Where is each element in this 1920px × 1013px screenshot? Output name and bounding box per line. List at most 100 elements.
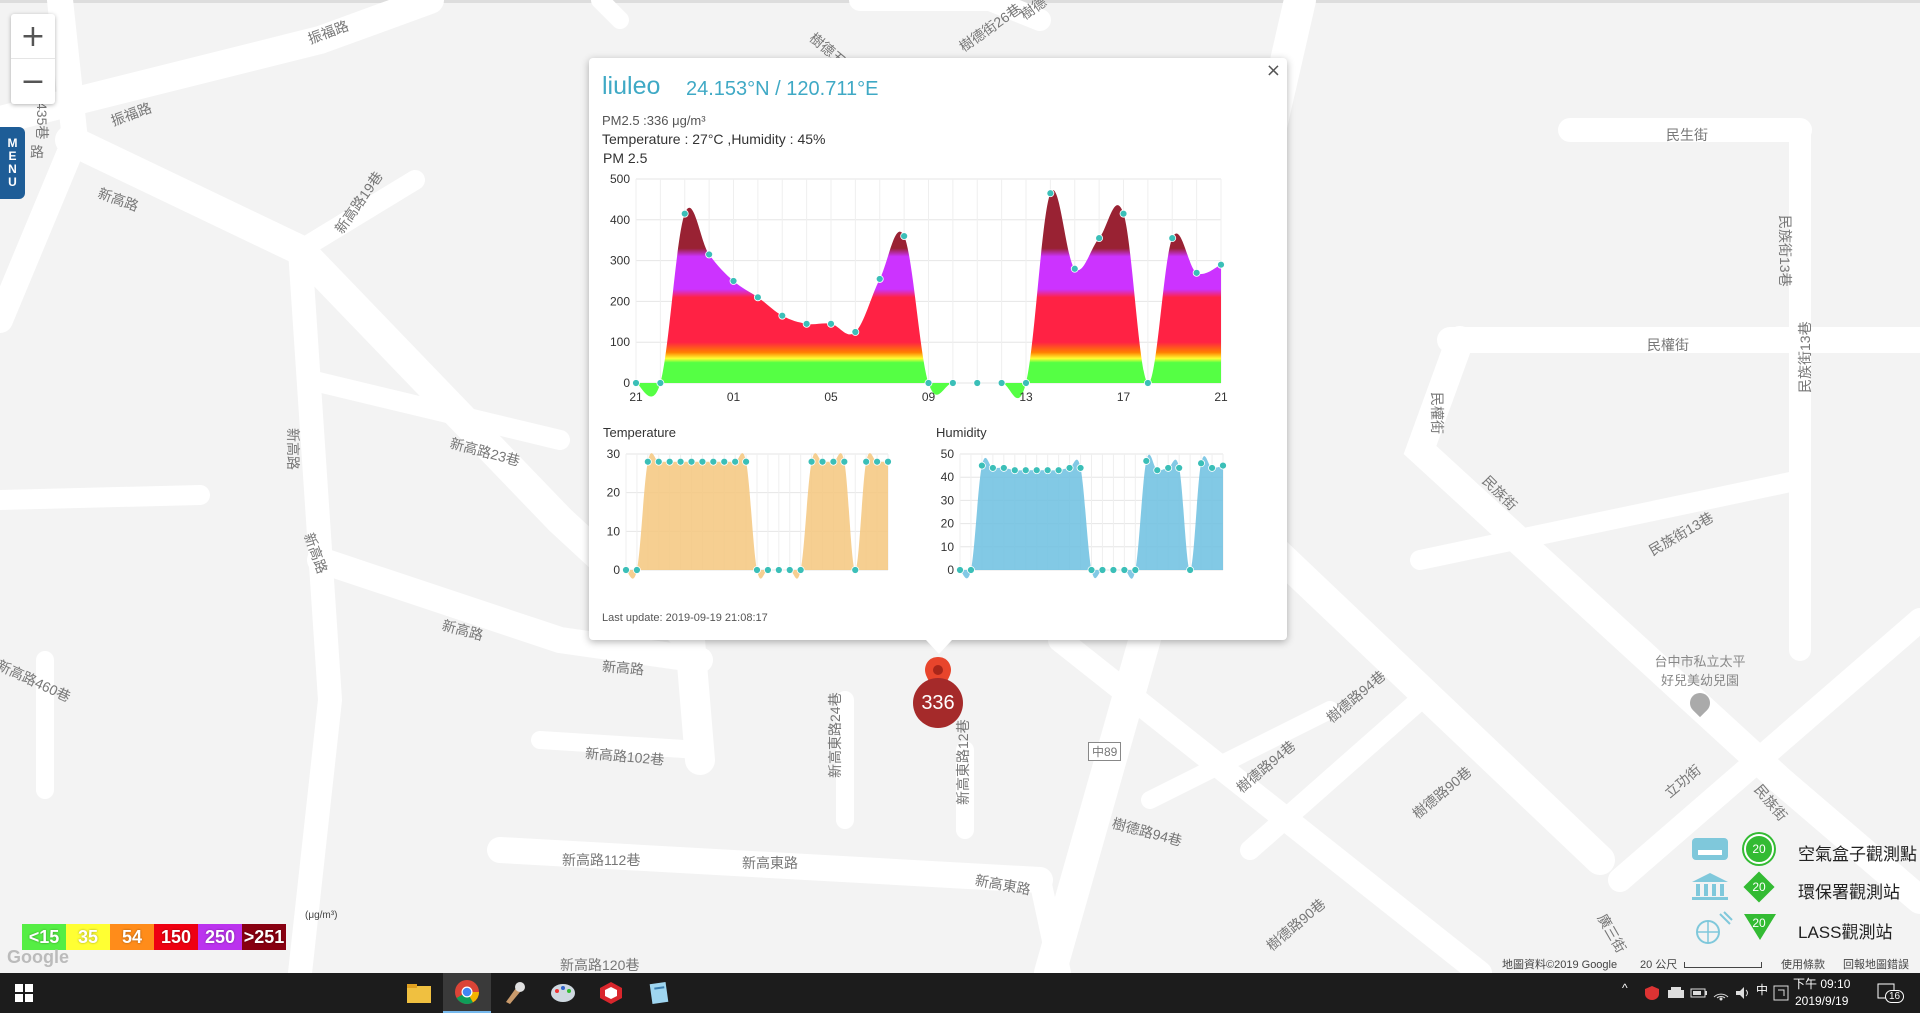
data-point xyxy=(1054,466,1063,475)
data-point xyxy=(665,457,674,466)
diamond-badge-icon: 20 xyxy=(1743,871,1775,903)
aqi-legend-swatch: 150 xyxy=(154,924,198,950)
poi-name-line2: 好兒美幼兒園 xyxy=(1660,673,1739,688)
data-point xyxy=(1076,464,1085,472)
data-point xyxy=(753,566,761,574)
road-label: 新高路112巷 xyxy=(562,852,641,868)
data-point xyxy=(1175,464,1184,472)
chart-1: 0 10 20 30 xyxy=(607,447,892,579)
road-label: 新高東路24巷 xyxy=(827,692,843,778)
data-point xyxy=(1186,566,1195,574)
data-point xyxy=(698,457,707,466)
data-point xyxy=(967,566,975,574)
legend-epa: 20 環保署觀測站 xyxy=(1690,870,1920,904)
shield-icon[interactable] xyxy=(1644,985,1660,1001)
badge-value: 20 xyxy=(1752,880,1766,894)
menu-tab[interactable]: M E N U xyxy=(0,127,25,199)
data-point xyxy=(1142,457,1151,465)
road-label: 民族街13巷 xyxy=(1797,321,1813,393)
badge-value: 20 xyxy=(1752,842,1766,856)
data-point xyxy=(1153,466,1162,475)
menu-letter: U xyxy=(8,175,17,189)
sketchup-icon xyxy=(600,982,622,1004)
road-label: 新高東路 xyxy=(742,855,798,871)
map-scale: 20 公尺 xyxy=(1640,956,1763,972)
report-error-link[interactable]: 回報地圖錯誤 xyxy=(1843,956,1909,972)
government-building-icon xyxy=(1692,873,1728,900)
road-label: 新高東路12巷 xyxy=(955,719,971,805)
data-point xyxy=(999,464,1008,472)
taskbar-sketchup[interactable] xyxy=(587,973,635,1013)
sensor-marker[interactable]: 336 xyxy=(913,678,963,728)
zoom-in-button[interactable]: + xyxy=(11,14,55,59)
scale-label: 20 公尺 xyxy=(1640,959,1678,971)
data-point xyxy=(1208,464,1216,472)
chart-2: 0 10 20 30 40 50 xyxy=(941,447,1227,579)
aqi-unit-label: (μg/m³) xyxy=(305,910,338,921)
circle-badge-icon: 20 xyxy=(1744,834,1774,864)
satellite-globe-icon xyxy=(1696,911,1733,944)
road-label: 新高路 xyxy=(285,428,301,470)
data-point xyxy=(742,457,750,466)
data-point xyxy=(1120,566,1129,574)
ime-indicator[interactable]: 中 xyxy=(1756,981,1768,998)
data-point xyxy=(818,457,827,466)
data-point xyxy=(956,566,964,574)
clock-date: 2019/9/19 xyxy=(1794,994,1849,1008)
y-tick-label: 30 xyxy=(607,447,621,461)
start-button[interactable] xyxy=(0,973,48,1013)
data-point xyxy=(633,566,641,574)
legend-airbox: 20 空氣盒子觀測點 xyxy=(1690,832,1920,866)
data-point xyxy=(1043,466,1052,475)
last-update: Last update: 2019-09-19 21:08:17 xyxy=(602,612,768,624)
road-label: 民族街13巷 xyxy=(1777,215,1793,287)
kindergarten-poi[interactable]: 台中市私立太平 好兒美幼兒園 xyxy=(1645,651,1755,718)
data-point xyxy=(1197,459,1205,468)
zoom-out-button[interactable]: − xyxy=(11,59,55,104)
aqi-legend-swatch: 250 xyxy=(198,924,242,950)
data-point xyxy=(884,457,892,466)
road-label: 民權街 xyxy=(1647,337,1689,353)
data-point xyxy=(1032,466,1041,475)
data-point xyxy=(676,457,685,466)
clock-time: 下午 09:10 xyxy=(1793,977,1851,991)
poi-pin-icon xyxy=(1685,688,1715,718)
folder-icon xyxy=(407,984,431,1003)
data-point xyxy=(1098,566,1107,574)
taskbar-paint-app[interactable] xyxy=(491,973,539,1013)
data-point xyxy=(1021,466,1030,475)
data-point xyxy=(731,457,740,466)
data-point xyxy=(764,566,772,574)
road-label: 新高路120巷 xyxy=(560,957,640,973)
terms-link[interactable]: 使用條款 xyxy=(1781,956,1825,972)
show-hidden-icons[interactable]: ^ xyxy=(1622,981,1628,995)
data-point xyxy=(1087,566,1096,574)
taskbar-palette-app[interactable] xyxy=(539,973,587,1013)
chrome-icon xyxy=(455,980,479,1005)
y-tick-label: 20 xyxy=(607,486,621,500)
data-point xyxy=(1109,566,1118,574)
system-clock[interactable]: 下午 09:10 2019/9/19 xyxy=(1793,976,1850,1010)
battery-icon[interactable] xyxy=(1690,986,1708,1000)
data-point xyxy=(851,566,860,574)
triangle-badge-icon: 20 xyxy=(1744,912,1776,942)
road-label: 路 xyxy=(30,144,44,160)
taskbar-notepad[interactable] xyxy=(635,973,683,1013)
speaker-icon[interactable] xyxy=(1734,985,1752,1001)
data-point xyxy=(654,457,663,466)
taskbar-file-explorer[interactable] xyxy=(395,973,443,1013)
road-label: 民生街 xyxy=(1666,127,1708,143)
road-label: 中89 xyxy=(1088,742,1122,761)
data-point xyxy=(622,566,630,574)
notification-center[interactable]: 16 xyxy=(1876,982,1905,1009)
data-point xyxy=(978,461,986,470)
input-mode-icon[interactable] xyxy=(1773,985,1789,1001)
data-point xyxy=(1219,461,1227,470)
y-tick-label: 30 xyxy=(941,493,955,507)
taskbar-chrome[interactable] xyxy=(443,973,491,1013)
printer-icon[interactable] xyxy=(1667,986,1685,1000)
data-point xyxy=(862,457,871,466)
aqi-legend-swatch: >251 xyxy=(242,924,286,950)
legend-label: 空氣盒子觀測點 xyxy=(1798,845,1917,864)
wifi-icon[interactable] xyxy=(1712,985,1730,1001)
